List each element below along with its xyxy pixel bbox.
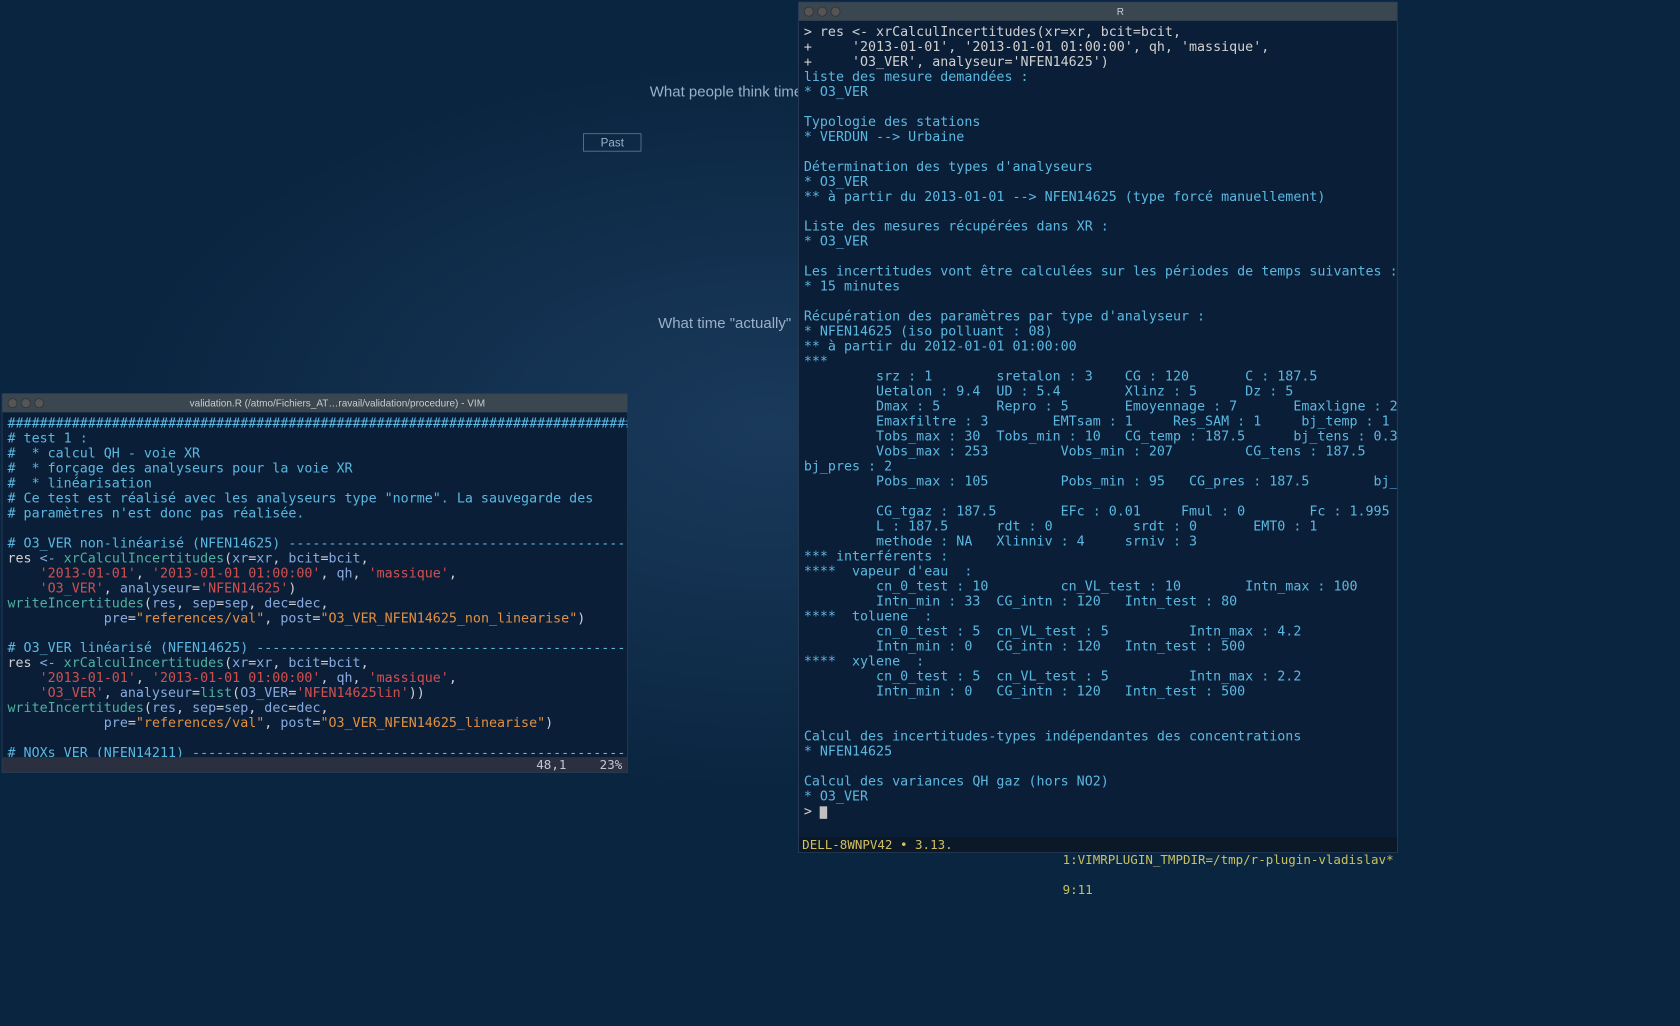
maximize-icon[interactable] bbox=[831, 7, 841, 17]
close-icon[interactable] bbox=[804, 7, 814, 17]
tmux-session: 1:VIMRPLUGIN_TMPDIR=/tmp/r-plugin-vladis… bbox=[1063, 852, 1394, 867]
cursor bbox=[820, 806, 827, 818]
tmux-kernel: 3.13. bbox=[915, 837, 953, 852]
r-console[interactable]: > res <- xrCalculIncertitudes(xr=xr, bci… bbox=[799, 21, 1397, 837]
tmux-clock: 9:11 bbox=[1063, 882, 1093, 897]
close-icon[interactable] bbox=[7, 398, 17, 408]
maximize-icon[interactable] bbox=[34, 398, 44, 408]
r-title: R bbox=[849, 6, 1392, 18]
vim-cursor-pos: 48,1 bbox=[536, 757, 566, 772]
vim-statusbar: 48,1 23% bbox=[2, 757, 627, 772]
minimize-icon[interactable] bbox=[817, 7, 827, 17]
r-terminal-window: R > res <- xrCalculIncertitudes(xr=xr, b… bbox=[798, 2, 1398, 853]
vim-buffer[interactable]: ########################################… bbox=[2, 412, 627, 757]
vim-scroll-pct: 23% bbox=[600, 757, 623, 772]
vim-title: validation.R (/atmo/Fichiers_AT…ravail/v… bbox=[52, 397, 622, 409]
vim-window: validation.R (/atmo/Fichiers_AT…ravail/v… bbox=[2, 393, 628, 773]
wallpaper-text-1: What people think time bbox=[650, 83, 803, 100]
tmux-host: DELL-8WNPV42 bbox=[802, 837, 892, 852]
minimize-icon[interactable] bbox=[21, 398, 31, 408]
wallpaper-past-label: Past bbox=[583, 133, 641, 151]
wallpaper-text-2: What time "actually" bbox=[658, 315, 791, 332]
tmux-statusbar: DELL-8WNPV42 • 3.13. 1:VIMRPLUGIN_TMPDIR… bbox=[799, 837, 1397, 852]
r-titlebar[interactable]: R bbox=[799, 2, 1397, 20]
vim-titlebar[interactable]: validation.R (/atmo/Fichiers_AT…ravail/v… bbox=[2, 394, 627, 412]
